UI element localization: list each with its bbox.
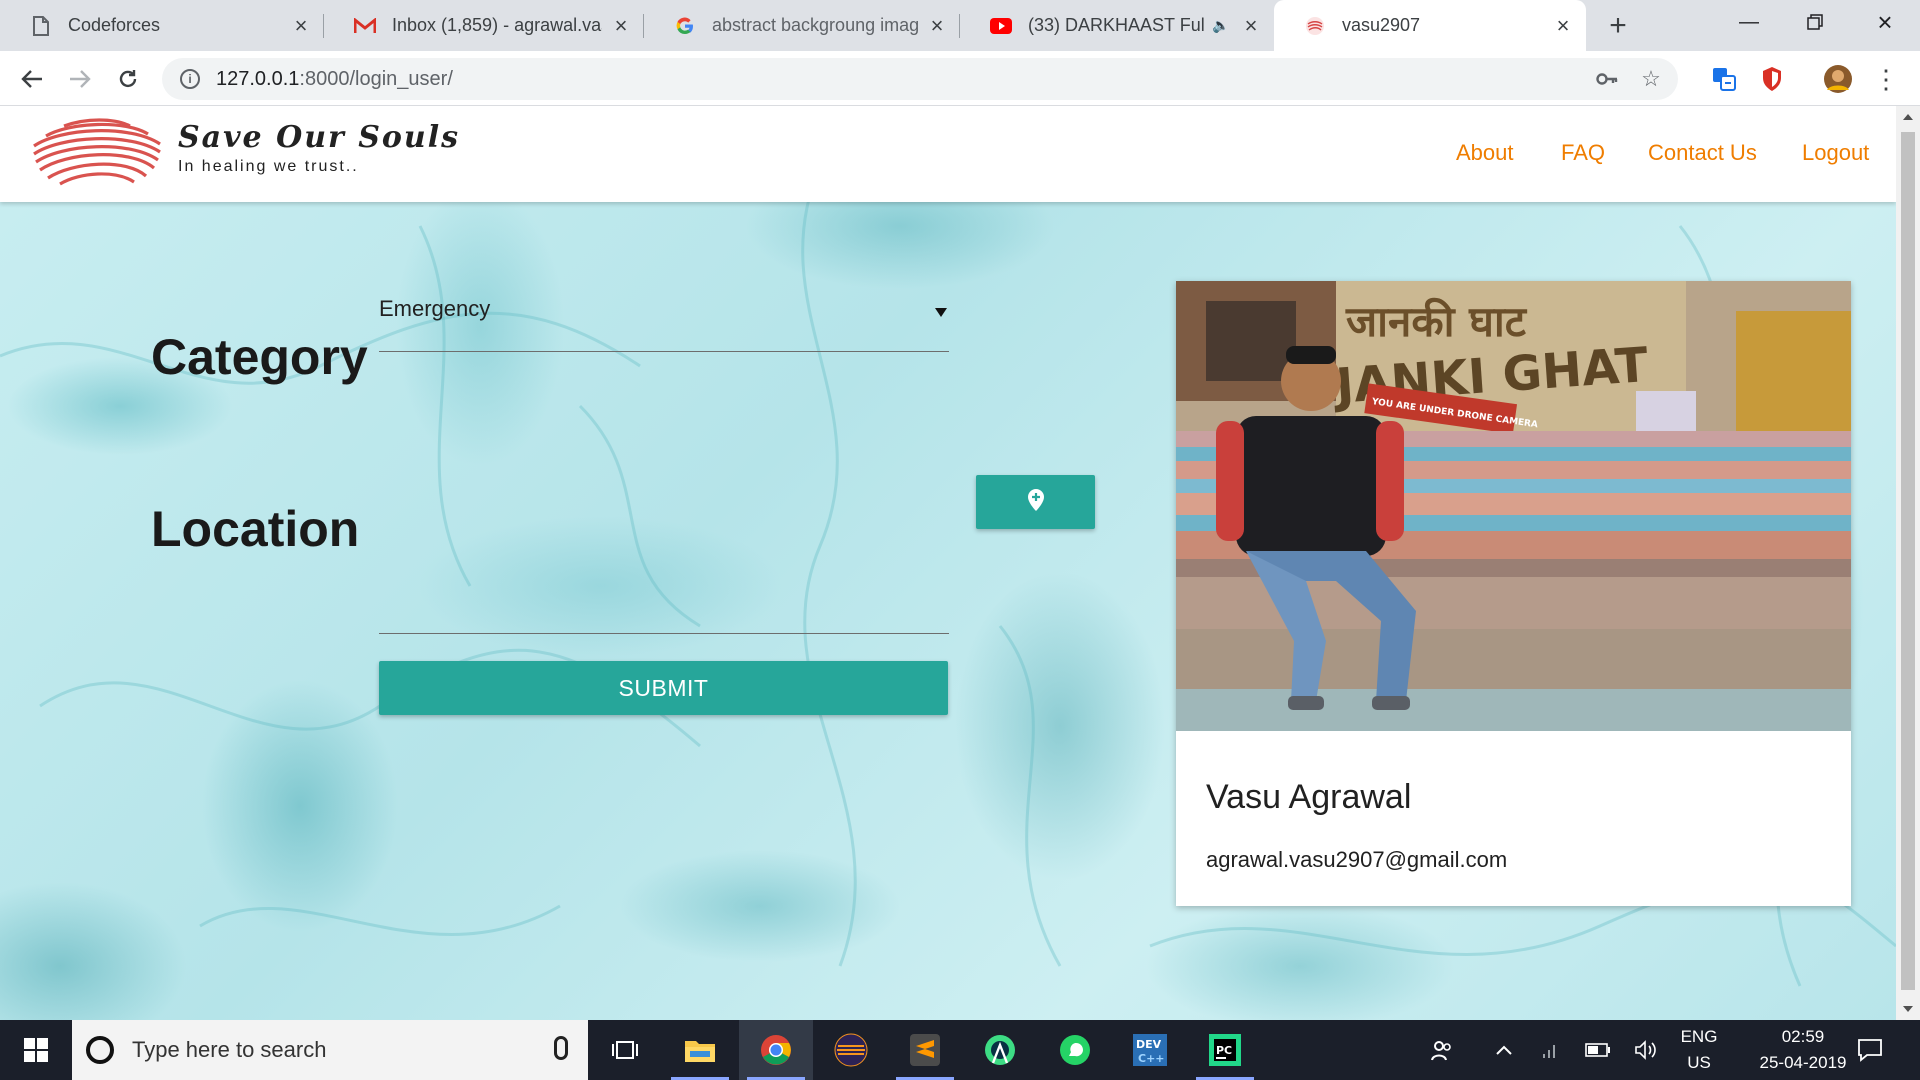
youtube-icon (990, 15, 1012, 37)
profile-email: agrawal.vasu2907@gmail.com (1206, 847, 1508, 872)
android-studio-icon[interactable] (963, 1020, 1037, 1080)
page-scrollbar[interactable] (1896, 106, 1920, 1020)
profile-photo: जानकी घाट JANKI GHAT YOU ARE UNDER DRONE… (1176, 281, 1851, 731)
location-label: Location (151, 501, 360, 557)
scrollbar-thumb[interactable] (1901, 132, 1915, 990)
profile-avatar[interactable] (1820, 61, 1856, 97)
notifications-icon[interactable] (1856, 1036, 1884, 1064)
svg-text:DEV: DEV (1136, 1038, 1162, 1051)
input-language[interactable]: ENG US (1666, 1024, 1732, 1076)
svg-text:PC: PC (1216, 1044, 1232, 1057)
tab-google[interactable]: abstract backgroung image × (644, 0, 960, 51)
new-tab-button[interactable]: + (1600, 8, 1636, 44)
profile-card: जानकी घाट JANKI GHAT YOU ARE UNDER DRONE… (1176, 281, 1851, 906)
wifi-icon[interactable] (1534, 1036, 1562, 1064)
google-icon (674, 15, 696, 37)
menu-kebab-icon[interactable]: ⋮ (1868, 61, 1904, 97)
chevron-up-icon[interactable] (1490, 1036, 1518, 1064)
address-bar[interactable]: i 127.0.0.1:8000/login_user/ ☆ (162, 58, 1678, 100)
taskbar-search[interactable]: Type here to search (72, 1020, 588, 1080)
clock[interactable]: 02:59 25-04-2019 (1740, 1024, 1866, 1076)
brand-title[interactable]: Save Our Souls (178, 120, 460, 155)
location-input[interactable] (379, 586, 949, 634)
search-placeholder: Type here to search (132, 1037, 327, 1062)
info-icon[interactable]: i (180, 69, 200, 89)
restore-button[interactable] (1782, 0, 1848, 44)
sublime-text-icon[interactable] (888, 1020, 962, 1080)
svg-text:C++: C++ (1138, 1052, 1165, 1065)
forward-button[interactable] (62, 61, 98, 97)
close-icon[interactable]: × (290, 13, 312, 38)
get-location-button[interactable] (976, 475, 1095, 529)
file-explorer-icon[interactable] (663, 1020, 737, 1080)
windows-start-button[interactable] (0, 1020, 72, 1080)
dev-cpp-icon[interactable]: DEV C++ (1113, 1020, 1187, 1080)
key-icon[interactable] (1590, 62, 1624, 96)
tab-title: (33) DARKHAAST Full V (1028, 15, 1204, 35)
battery-icon[interactable] (1584, 1036, 1612, 1064)
people-icon[interactable] (1428, 1036, 1456, 1064)
category-select[interactable]: Emergency (379, 296, 949, 352)
page-viewport: Save Our Souls In healing we trust.. Abo… (0, 106, 1896, 1020)
whatsapp-icon[interactable] (1038, 1020, 1112, 1080)
cortana-icon (86, 1036, 114, 1064)
nav-about[interactable]: About (1456, 140, 1514, 166)
shield-extension-icon[interactable] (1754, 61, 1790, 97)
volume-icon[interactable] (1632, 1036, 1660, 1064)
tab-youtube[interactable]: (33) DARKHAAST Full V 🔈 × (960, 0, 1274, 51)
tab-title: Codeforces (68, 15, 161, 35)
scroll-down-icon[interactable] (1903, 1006, 1913, 1012)
ghat-hindi-text: जानकी घाट (1345, 297, 1528, 346)
brand-tagline: In healing we trust.. (178, 158, 359, 175)
nav-faq[interactable]: FAQ (1561, 140, 1605, 166)
close-icon[interactable]: × (1552, 13, 1574, 38)
site-favicon (1304, 15, 1326, 37)
mute-icon[interactable]: 🔈 (1210, 15, 1232, 37)
tab-strip: Codeforces × Inbox (1,859) - agrawal.vas… (0, 0, 1920, 51)
site-navbar: Save Our Souls In healing we trust.. Abo… (0, 106, 1896, 202)
map-pin-icon (1027, 488, 1045, 517)
profile-name: Vasu Agrawal (1206, 778, 1412, 816)
tab-gmail[interactable]: Inbox (1,859) - agrawal.vasu × (324, 0, 644, 51)
task-view-icon[interactable] (588, 1020, 662, 1080)
tab-codeforces[interactable]: Codeforces × (0, 0, 324, 51)
tab-vasu2907[interactable]: vasu2907 × (1274, 0, 1586, 51)
category-label: Category (151, 329, 368, 385)
windows-taskbar: Type here to search DEV C++ PC ENG US 02… (0, 1020, 1920, 1080)
page-icon (30, 15, 52, 37)
close-icon[interactable]: × (926, 13, 948, 38)
tab-title: abstract backgroung image (712, 15, 918, 35)
back-button[interactable] (14, 61, 50, 97)
translate-extension-icon[interactable] (1706, 61, 1742, 97)
bookmark-star-icon[interactable]: ☆ (1634, 62, 1668, 96)
scroll-up-icon[interactable] (1903, 114, 1913, 120)
reload-button[interactable] (110, 61, 146, 97)
nav-logout[interactable]: Logout (1802, 140, 1869, 166)
chrome-icon[interactable] (739, 1020, 813, 1080)
url-text: 127.0.0.1:8000/login_user/ (216, 67, 453, 90)
microphone-icon[interactable] (554, 1036, 568, 1060)
eclipse-icon[interactable] (814, 1020, 888, 1080)
browser-toolbar: i 127.0.0.1:8000/login_user/ ☆ ⋮ (0, 51, 1920, 106)
fingerprint-logo[interactable] (30, 116, 164, 190)
gmail-icon (354, 15, 376, 37)
nav-contact-us[interactable]: Contact Us (1648, 140, 1757, 166)
close-window-button[interactable]: × (1852, 0, 1918, 44)
pycharm-icon[interactable]: PC (1188, 1020, 1262, 1080)
category-selected-value: Emergency (379, 296, 491, 321)
submit-button[interactable]: SUBMIT (379, 661, 948, 715)
close-icon[interactable]: × (610, 13, 632, 38)
close-icon[interactable]: × (1240, 13, 1262, 38)
tab-title: Inbox (1,859) - agrawal.vasu (392, 15, 602, 35)
dropdown-caret-icon (935, 308, 947, 317)
minimize-button[interactable]: — (1716, 0, 1782, 44)
tab-title: vasu2907 (1342, 15, 1421, 35)
